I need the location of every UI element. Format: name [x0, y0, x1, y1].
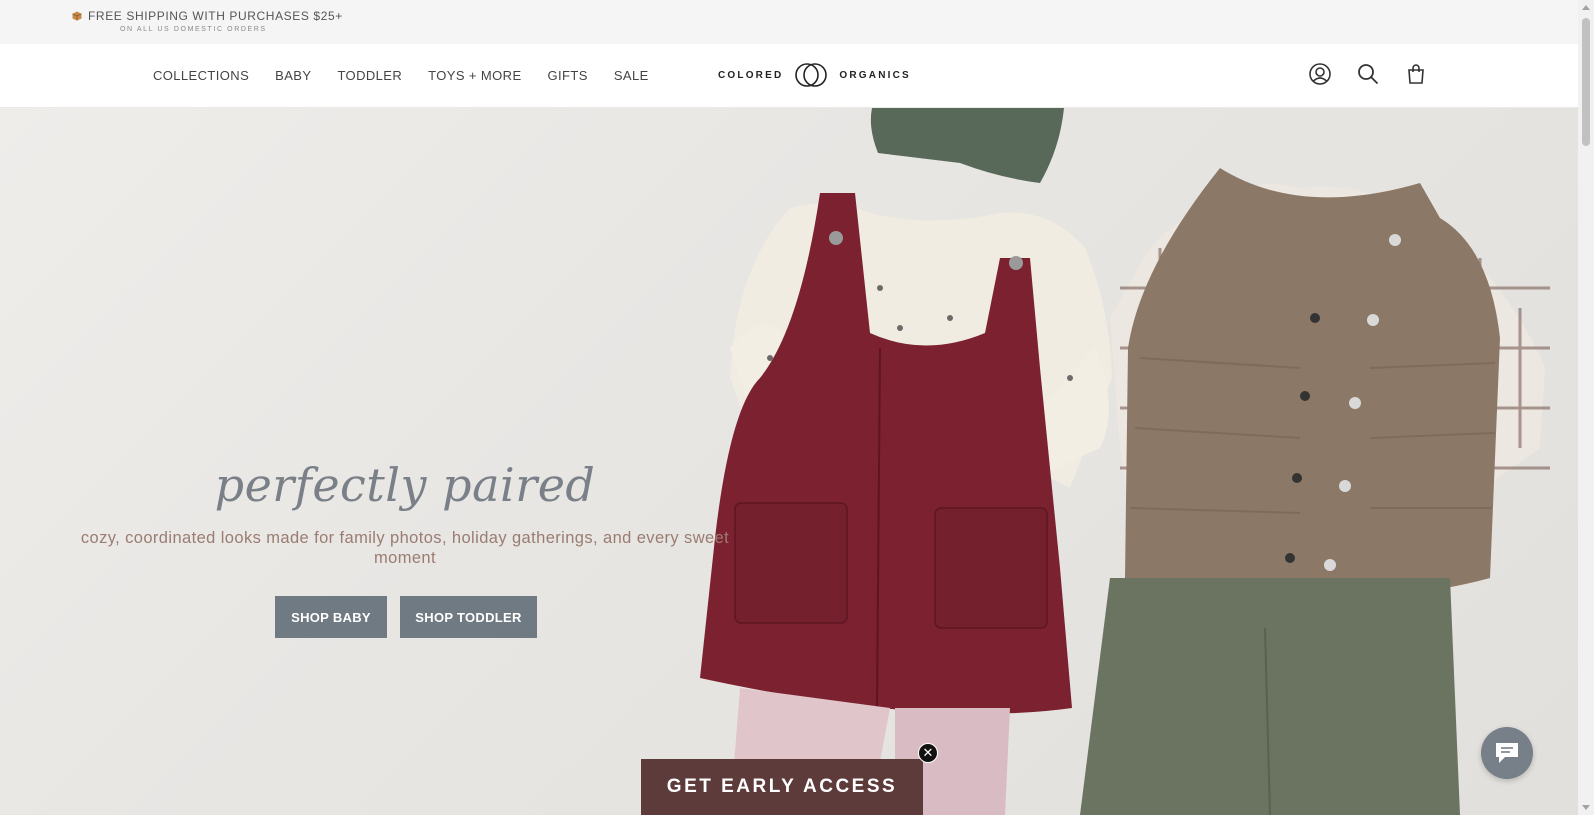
nav-gifts[interactable]: GIFTS: [548, 68, 588, 83]
header-icons: [1308, 62, 1430, 88]
hero-title: perfectly paired: [214, 458, 596, 512]
scroll-down-arrow-icon[interactable]: [1582, 805, 1590, 810]
logo-mark-icon: [795, 63, 828, 87]
close-icon[interactable]: ✕: [918, 743, 938, 763]
search-icon[interactable]: [1356, 62, 1382, 88]
main-nav: COLLECTIONS BABY TODDLER TOYS + MORE GIF…: [153, 68, 675, 83]
shop-baby-button[interactable]: SHOP BABY: [275, 596, 387, 638]
announcement-text: FREE SHIPPING WITH PURCHASES $25+: [88, 9, 343, 23]
site-logo[interactable]: COLORED ORGANICS: [718, 62, 911, 88]
announcement-bar: FREE SHIPPING WITH PURCHASES $25+ ON ALL…: [0, 0, 1578, 44]
bag-icon[interactable]: [1404, 62, 1430, 88]
nav-collections[interactable]: COLLECTIONS: [153, 68, 249, 83]
page-scrollbar[interactable]: [1578, 0, 1594, 815]
site-header: COLLECTIONS BABY TODDLER TOYS + MORE GIF…: [0, 44, 1578, 108]
nav-sale[interactable]: SALE: [614, 68, 649, 83]
account-icon[interactable]: [1308, 62, 1334, 88]
scroll-thumb[interactable]: [1582, 18, 1590, 146]
early-access-popup[interactable]: GET EARLY ACCESS: [641, 759, 923, 815]
nav-baby[interactable]: BABY: [275, 68, 311, 83]
box-icon: [72, 11, 82, 21]
shop-toddler-button[interactable]: SHOP TODDLER: [400, 596, 537, 638]
announcement-subtext: ON ALL US DOMESTIC ORDERS: [120, 26, 267, 33]
logo-word-right: ORGANICS: [839, 69, 911, 81]
chat-icon: [1496, 743, 1518, 763]
announcement-line: FREE SHIPPING WITH PURCHASES $25+: [72, 9, 343, 23]
hero-buttons: SHOP BABY SHOP TODDLER: [275, 596, 537, 638]
scroll-up-arrow-icon[interactable]: [1582, 5, 1590, 10]
nav-toddler[interactable]: TODDLER: [337, 68, 402, 83]
nav-toys-more[interactable]: TOYS + MORE: [428, 68, 521, 83]
hero-subtitle: cozy, coordinated looks made for family …: [80, 529, 730, 567]
logo-word-left: COLORED: [718, 69, 784, 81]
hero-banner: perfectly paired cozy, coordinated looks…: [0, 108, 1578, 815]
chat-button[interactable]: [1481, 727, 1533, 779]
